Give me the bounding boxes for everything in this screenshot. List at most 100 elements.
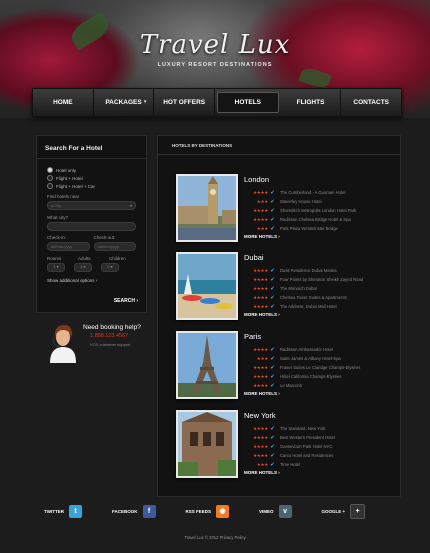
checkout-input[interactable]: dd/mm/yyyy — [93, 242, 136, 251]
nav-contacts[interactable]: CONTACTS — [341, 89, 401, 116]
star-rating: ★★★★ — [253, 434, 268, 440]
destination-name[interactable]: Paris — [244, 332, 261, 341]
check-icon: ✔ — [270, 355, 275, 362]
hotel-link[interactable]: Four Points by Sheraton Sheikh Zayed Roa… — [280, 277, 363, 282]
radio-dot[interactable] — [47, 183, 53, 189]
social-vimeo[interactable]: VIMEO v — [259, 504, 292, 518]
radio-dot[interactable] — [47, 167, 53, 173]
radio-label: Flight + Hotel — [56, 175, 83, 181]
social-facebook[interactable]: FACEBOOK f — [112, 504, 156, 518]
search-title: Search For a Hotel — [37, 136, 146, 159]
nav-hot-offers[interactable]: HOT OFFERS — [154, 89, 216, 116]
rooms-select[interactable]: 1 ▾ — [47, 263, 65, 272]
destination-name[interactable]: New York — [244, 411, 276, 420]
check-icon: ✔ — [270, 461, 275, 468]
new-york-photo[interactable] — [176, 410, 238, 478]
hotel-link[interactable]: Chelsea Tower Suites & Apartments — [280, 295, 347, 300]
nav-packages[interactable]: PACKAGES ▾ — [94, 89, 155, 116]
hotel-row: ★★★★ ✔ Le Marcorin — [244, 381, 360, 390]
check-icon: ✔ — [270, 425, 275, 432]
hotel-row: ★★★★ ✔ The Cumberland - A Guoman Hotel — [244, 188, 356, 197]
hotel-link[interactable]: Carco Hotel and Residences — [280, 453, 333, 458]
check-icon: ✔ — [270, 198, 275, 205]
hotel-link[interactable]: Fraser Suites Le Claridge Champs-Elysées — [280, 365, 360, 370]
hotel-row: ★★★★ ✔ Dusit Residence Dubai Marina — [244, 266, 363, 275]
hotel-link[interactable]: Time Hotel — [280, 462, 300, 467]
more-hotels-link[interactable]: MORE HOTELS › — [244, 391, 280, 396]
select-value: 1 — [80, 265, 83, 269]
nav-hotels[interactable]: HOTELS — [217, 92, 279, 113]
rooms-label: Rooms — [47, 256, 62, 261]
hotel-row: ★★★ ✔ Waverley House Hotel — [244, 197, 356, 206]
hotel-link[interactable]: Waverley House Hotel — [280, 199, 322, 204]
children-select[interactable]: 0 ▾ — [101, 263, 119, 272]
more-hotels-link[interactable]: MORE HOTELS › — [244, 312, 280, 317]
find-hotels-select[interactable]: a City ▾ — [47, 201, 136, 210]
star-rating: ★★★★ — [253, 216, 268, 222]
star-rating: ★★★ — [256, 461, 269, 467]
nav-flights[interactable]: FLIGHTS — [281, 89, 342, 116]
hotel-link[interactable]: Shoreditch Metropolis London Hotel Park — [280, 208, 356, 213]
facebook-icon[interactable]: f — [142, 504, 156, 518]
hotel-link[interactable]: The Address, Dubai Mall Hotel — [280, 304, 337, 309]
social-google-plus[interactable]: GOOGLE + + — [322, 503, 366, 519]
star-rating: ★★★★ — [253, 294, 268, 300]
hotel-row: ★★★★ ✔ Gansevoort Park Hotel NYC — [244, 442, 335, 451]
input-placeholder: dd/mm/yyyy — [51, 244, 73, 249]
hotels-by-destination: HOTELS BY DESTINATIONS London ★★★★ ✔ The C… — [157, 135, 401, 497]
booking-phone[interactable]: 1.888.123.4567 — [90, 333, 128, 339]
hotel-link[interactable]: Dusit Residence Dubai Marina — [280, 268, 337, 273]
star-rating: ★★★★ — [253, 276, 268, 282]
hotel-row: ★★★★ ✔ Chelsea Tower Suites & Apartments — [244, 293, 363, 302]
dubai-photo[interactable] — [176, 252, 238, 320]
select-value: 0 — [107, 265, 110, 269]
additional-options-link[interactable]: Show additional options › — [47, 278, 136, 283]
checkin-input[interactable]: dd/mm/yyyy — [47, 242, 90, 251]
hotel-link[interactable]: The Monarch Dubai — [280, 286, 317, 291]
vimeo-icon[interactable]: v — [278, 504, 292, 518]
adults-select[interactable]: 1 ▾ — [74, 263, 92, 272]
hotel-link[interactable]: Le Marcorin — [280, 383, 302, 388]
social-twitter[interactable]: TWITTER t — [44, 504, 82, 518]
paris-photo[interactable] — [176, 331, 238, 399]
check-icon: ✔ — [270, 294, 275, 301]
radio-dot[interactable] — [47, 175, 53, 181]
nav-label: HOT OFFERS — [163, 99, 206, 106]
hotel-list: ★★★★ ✔ Radisson Ambassador Hotel ★★★ ✔ Saint… — [244, 345, 360, 390]
radio-hotel-only[interactable]: Hotel only — [47, 167, 136, 173]
check-icon: ✔ — [270, 189, 275, 196]
radio-flight-hotel-car[interactable]: Flight + Hotel + Car — [47, 183, 136, 189]
more-hotels-link[interactable]: MORE HOTELS › — [244, 470, 280, 475]
search-button[interactable]: SEARCH › — [114, 298, 138, 304]
twitter-icon[interactable]: t — [69, 504, 82, 518]
hotel-row: ★★★★ ✔ Hôtel California Champs-Elysées — [244, 372, 360, 381]
more-hotels-link[interactable]: MORE HOTELS › — [244, 234, 280, 239]
hotel-link[interactable]: Hôtel California Champs-Elysées — [280, 374, 341, 379]
london-photo[interactable] — [176, 174, 238, 242]
checkin-label: Check-in: — [47, 235, 67, 240]
check-icon: ✔ — [270, 382, 275, 389]
logo-title: Travel Lux — [139, 30, 291, 60]
content-area: Search For a Hotel Hotel only Flight + H… — [32, 133, 401, 498]
nav-home[interactable]: HOME — [33, 89, 94, 116]
logo[interactable]: Travel Lux LUXURY RESORT DESTINATIONS — [0, 30, 430, 68]
hotel-link[interactable]: Park Plaza Westminster Bridge — [280, 226, 338, 231]
hotel-link[interactable]: Radisson Ambassador Hotel — [280, 347, 333, 352]
hotel-link[interactable]: Saint-James & Albany Hotel-Spa — [280, 356, 341, 361]
google-plus-icon[interactable]: + — [350, 503, 366, 519]
hotel-link[interactable]: Gansevoort Park Hotel NYC — [280, 444, 332, 449]
hotel-link[interactable]: The Standard, New York — [280, 426, 325, 431]
radio-flight-hotel[interactable]: Flight + Hotel — [47, 175, 136, 181]
social-rss[interactable]: RSS FEEDS ◉ — [186, 504, 230, 518]
star-rating: ★★★★ — [253, 189, 268, 195]
hotel-link[interactable]: Radisson Chelsea Bridge Hotel & Spa — [280, 217, 351, 222]
rss-icon[interactable]: ◉ — [216, 504, 230, 518]
destination-name[interactable]: London — [244, 175, 269, 184]
hotel-row: ★★★★ ✔ The Monarch Dubai — [244, 284, 363, 293]
hotel-link[interactable]: The Cumberland - A Guoman Hotel — [280, 190, 345, 195]
check-icon: ✔ — [270, 267, 275, 274]
destination-name[interactable]: Dubai — [244, 253, 264, 262]
hotel-list: ★★★★ ✔ The Cumberland - A Guoman Hotel ★★★… — [244, 188, 356, 233]
city-input[interactable] — [47, 222, 136, 231]
hotel-link[interactable]: Best Western President Hotel — [280, 435, 335, 440]
